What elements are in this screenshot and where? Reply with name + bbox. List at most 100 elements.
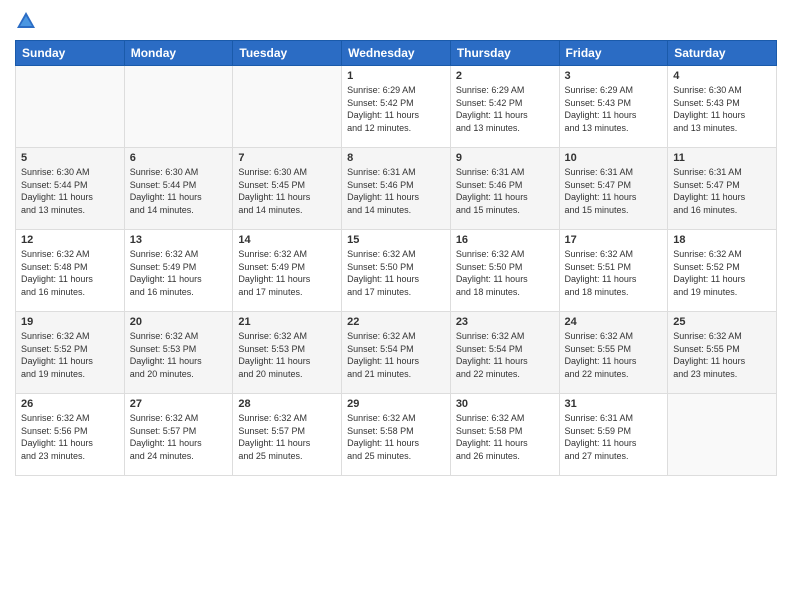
calendar-day-cell: 1 Sunrise: 6:29 AM Sunset: 5:42 PM Daylig…: [342, 66, 451, 148]
calendar-header-cell: Sunday: [16, 41, 125, 66]
day-number: 23: [456, 316, 554, 328]
header: [15, 10, 777, 32]
day-info: Sunrise: 6:32 AM Sunset: 5:49 PM Dayligh…: [238, 248, 336, 298]
day-number: 29: [347, 398, 445, 410]
day-info: Sunrise: 6:32 AM Sunset: 5:53 PM Dayligh…: [130, 330, 228, 380]
calendar-body: 1 Sunrise: 6:29 AM Sunset: 5:42 PM Daylig…: [16, 66, 777, 476]
day-number: 8: [347, 152, 445, 164]
day-number: 16: [456, 234, 554, 246]
day-number: 10: [565, 152, 663, 164]
calendar-day-cell: 21 Sunrise: 6:32 AM Sunset: 5:53 PM Dayli…: [233, 312, 342, 394]
calendar-day-cell: 14Sunrise: 6:32 AM Sunset: 5:49 PM Dayli…: [233, 230, 342, 312]
day-info: Sunrise: 6:32 AM Sunset: 5:52 PM Dayligh…: [21, 330, 119, 380]
calendar-day-cell: 19 Sunrise: 6:32 AM Sunset: 5:52 PM Dayli…: [16, 312, 125, 394]
calendar-header-row: SundayMondayTuesdayWednesdayThursdayFrid…: [16, 41, 777, 66]
logo-icon: [15, 10, 37, 32]
day-info: Sunrise: 6:31 AM Sunset: 5:59 PM Dayligh…: [565, 412, 663, 462]
calendar-day-cell: 15Sunrise: 6:32 AM Sunset: 5:50 PM Dayli…: [342, 230, 451, 312]
day-info: Sunrise: 6:32 AM Sunset: 5:57 PM Dayligh…: [238, 412, 336, 462]
calendar-day-cell: 7Sunrise: 6:30 AM Sunset: 5:45 PM Daylig…: [233, 148, 342, 230]
day-number: 6: [130, 152, 228, 164]
day-number: 25: [673, 316, 771, 328]
day-info: Sunrise: 6:32 AM Sunset: 5:55 PM Dayligh…: [673, 330, 771, 380]
day-info: Sunrise: 6:31 AM Sunset: 5:47 PM Dayligh…: [565, 166, 663, 216]
calendar-header-cell: Monday: [124, 41, 233, 66]
day-info: Sunrise: 6:29 AM Sunset: 5:43 PM Dayligh…: [565, 84, 663, 134]
calendar-day-cell: 29 Sunrise: 6:32 AM Sunset: 5:58 PM Dayli…: [342, 394, 451, 476]
calendar-day-cell: 5 Sunrise: 6:30 AM Sunset: 5:44 PM Daylig…: [16, 148, 125, 230]
day-number: 11: [673, 152, 771, 164]
day-info: Sunrise: 6:29 AM Sunset: 5:42 PM Dayligh…: [456, 84, 554, 134]
calendar-day-cell: 20 Sunrise: 6:32 AM Sunset: 5:53 PM Dayli…: [124, 312, 233, 394]
day-number: 26: [21, 398, 119, 410]
calendar-week-row: 5 Sunrise: 6:30 AM Sunset: 5:44 PM Daylig…: [16, 148, 777, 230]
day-info: Sunrise: 6:32 AM Sunset: 5:58 PM Dayligh…: [347, 412, 445, 462]
calendar-day-cell: 9 Sunrise: 6:31 AM Sunset: 5:46 PM Daylig…: [450, 148, 559, 230]
calendar-week-row: 26 Sunrise: 6:32 AM Sunset: 5:56 PM Dayli…: [16, 394, 777, 476]
calendar-day-cell: 2Sunrise: 6:29 AM Sunset: 5:42 PM Daylig…: [450, 66, 559, 148]
calendar-day-cell: 13 Sunrise: 6:32 AM Sunset: 5:49 PM Dayli…: [124, 230, 233, 312]
day-info: Sunrise: 6:30 AM Sunset: 5:45 PM Dayligh…: [238, 166, 336, 216]
day-number: 20: [130, 316, 228, 328]
calendar-day-cell: [124, 66, 233, 148]
day-info: Sunrise: 6:30 AM Sunset: 5:44 PM Dayligh…: [21, 166, 119, 216]
calendar-day-cell: 30 Sunrise: 6:32 AM Sunset: 5:58 PM Dayli…: [450, 394, 559, 476]
calendar-day-cell: 23 Sunrise: 6:32 AM Sunset: 5:54 PM Dayli…: [450, 312, 559, 394]
calendar-day-cell: 10 Sunrise: 6:31 AM Sunset: 5:47 PM Dayli…: [559, 148, 668, 230]
calendar-day-cell: 3 Sunrise: 6:29 AM Sunset: 5:43 PM Daylig…: [559, 66, 668, 148]
day-info: Sunrise: 6:29 AM Sunset: 5:42 PM Dayligh…: [347, 84, 445, 134]
day-info: Sunrise: 6:32 AM Sunset: 5:53 PM Dayligh…: [238, 330, 336, 380]
day-info: Sunrise: 6:32 AM Sunset: 5:55 PM Dayligh…: [565, 330, 663, 380]
day-number: 21: [238, 316, 336, 328]
day-info: Sunrise: 6:32 AM Sunset: 5:57 PM Dayligh…: [130, 412, 228, 462]
day-number: 4: [673, 70, 771, 82]
calendar-header-cell: Friday: [559, 41, 668, 66]
day-info: Sunrise: 6:32 AM Sunset: 5:54 PM Dayligh…: [347, 330, 445, 380]
day-number: 22: [347, 316, 445, 328]
day-number: 12: [21, 234, 119, 246]
day-info: Sunrise: 6:32 AM Sunset: 5:54 PM Dayligh…: [456, 330, 554, 380]
calendar-header-cell: Tuesday: [233, 41, 342, 66]
day-info: Sunrise: 6:32 AM Sunset: 5:50 PM Dayligh…: [347, 248, 445, 298]
day-info: Sunrise: 6:32 AM Sunset: 5:58 PM Dayligh…: [456, 412, 554, 462]
day-number: 31: [565, 398, 663, 410]
day-info: Sunrise: 6:32 AM Sunset: 5:52 PM Dayligh…: [673, 248, 771, 298]
day-info: Sunrise: 6:31 AM Sunset: 5:46 PM Dayligh…: [347, 166, 445, 216]
day-number: 17: [565, 234, 663, 246]
day-number: 19: [21, 316, 119, 328]
day-number: 18: [673, 234, 771, 246]
day-number: 30: [456, 398, 554, 410]
day-number: 3: [565, 70, 663, 82]
calendar-day-cell: [668, 394, 777, 476]
day-info: Sunrise: 6:32 AM Sunset: 5:48 PM Dayligh…: [21, 248, 119, 298]
calendar-day-cell: 24 Sunrise: 6:32 AM Sunset: 5:55 PM Dayli…: [559, 312, 668, 394]
calendar-day-cell: 16 Sunrise: 6:32 AM Sunset: 5:50 PM Dayli…: [450, 230, 559, 312]
day-info: Sunrise: 6:32 AM Sunset: 5:51 PM Dayligh…: [565, 248, 663, 298]
day-number: 24: [565, 316, 663, 328]
calendar-table: SundayMondayTuesdayWednesdayThursdayFrid…: [15, 40, 777, 476]
day-info: Sunrise: 6:31 AM Sunset: 5:47 PM Dayligh…: [673, 166, 771, 216]
calendar-header-cell: Wednesday: [342, 41, 451, 66]
day-info: Sunrise: 6:30 AM Sunset: 5:43 PM Dayligh…: [673, 84, 771, 134]
day-info: Sunrise: 6:32 AM Sunset: 5:50 PM Dayligh…: [456, 248, 554, 298]
day-info: Sunrise: 6:32 AM Sunset: 5:56 PM Dayligh…: [21, 412, 119, 462]
calendar-header-cell: Thursday: [450, 41, 559, 66]
calendar-day-cell: 17 Sunrise: 6:32 AM Sunset: 5:51 PM Dayli…: [559, 230, 668, 312]
day-info: Sunrise: 6:32 AM Sunset: 5:49 PM Dayligh…: [130, 248, 228, 298]
calendar-day-cell: [16, 66, 125, 148]
logo: [15, 10, 41, 32]
day-number: 9: [456, 152, 554, 164]
calendar-day-cell: 11 Sunrise: 6:31 AM Sunset: 5:47 PM Dayli…: [668, 148, 777, 230]
day-number: 1: [347, 70, 445, 82]
day-info: Sunrise: 6:30 AM Sunset: 5:44 PM Dayligh…: [130, 166, 228, 216]
day-number: 5: [21, 152, 119, 164]
calendar-day-cell: 31 Sunrise: 6:31 AM Sunset: 5:59 PM Dayli…: [559, 394, 668, 476]
calendar-day-cell: 25 Sunrise: 6:32 AM Sunset: 5:55 PM Dayli…: [668, 312, 777, 394]
calendar-week-row: 1 Sunrise: 6:29 AM Sunset: 5:42 PM Daylig…: [16, 66, 777, 148]
day-number: 13: [130, 234, 228, 246]
calendar-day-cell: 4 Sunrise: 6:30 AM Sunset: 5:43 PM Daylig…: [668, 66, 777, 148]
calendar-day-cell: 27Sunrise: 6:32 AM Sunset: 5:57 PM Dayli…: [124, 394, 233, 476]
calendar-week-row: 12 Sunrise: 6:32 AM Sunset: 5:48 PM Dayli…: [16, 230, 777, 312]
day-info: Sunrise: 6:31 AM Sunset: 5:46 PM Dayligh…: [456, 166, 554, 216]
calendar-day-cell: [233, 66, 342, 148]
